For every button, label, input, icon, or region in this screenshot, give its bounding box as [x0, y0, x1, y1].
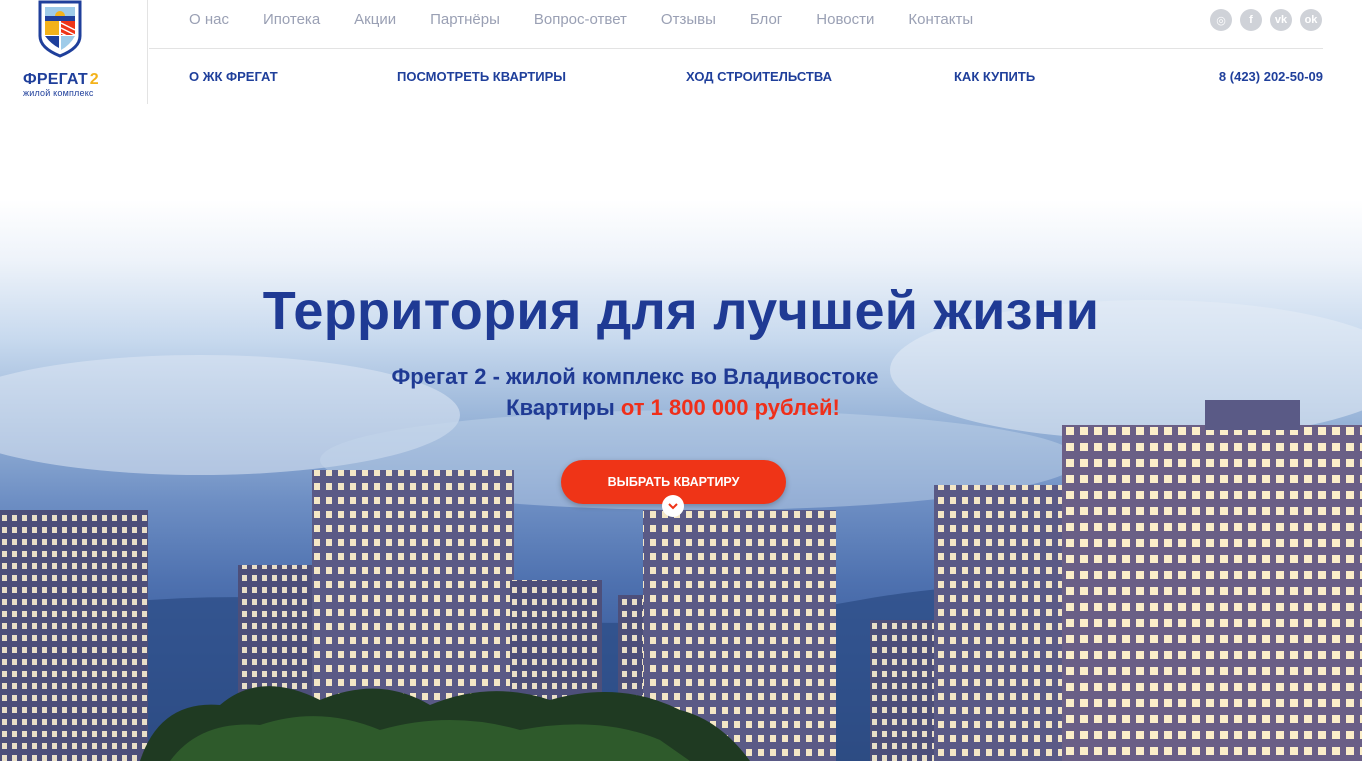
logo-shield-icon	[38, 0, 82, 58]
topnav-partners[interactable]: Партнёры	[430, 11, 500, 28]
logo-title: ФРЕГАТ 2	[23, 71, 99, 88]
hero-price-prefix: Квартиры	[506, 395, 615, 420]
topnav-blog[interactable]: Блог	[750, 11, 782, 28]
hero-subtitle: Фрегат 2 - жилой комплекс во Владивосток…	[391, 364, 879, 389]
odnoklassniki-icon[interactable]: ok	[1300, 9, 1322, 31]
topnav-mortgage[interactable]: Ипотека	[263, 11, 320, 28]
topnav-about[interactable]: О нас	[189, 11, 229, 28]
chevron-down-icon[interactable]	[662, 495, 684, 517]
mainnav-view-apartments[interactable]: ПОСМОТРЕТЬ КВАРТИРЫ	[397, 69, 566, 84]
logo[interactable]: ФРЕГАТ 2 жилой комплекс	[18, 0, 148, 104]
topnav-promotions[interactable]: Акции	[354, 11, 396, 28]
instagram-icon[interactable]: ◎	[1210, 9, 1232, 31]
phone-number[interactable]: 8 (423) 202-50-09	[1219, 69, 1323, 84]
social-links: ◎ f vk ok	[1210, 9, 1322, 31]
main-nav: О ЖК ФРЕГАТ ПОСМОТРЕТЬ КВАРТИРЫ ХОД СТРО…	[189, 69, 1323, 87]
mainnav-how-to-buy[interactable]: КАК КУПИТЬ	[954, 69, 1035, 84]
topnav-reviews[interactable]: Отзывы	[661, 11, 716, 28]
hero-price: Квартиры от 1 800 000 рублей!	[0, 395, 1346, 421]
logo-subtitle: жилой комплекс	[23, 88, 94, 98]
site-header: ФРЕГАТ 2 жилой комплекс О нас Ипотека Акц…	[0, 0, 1362, 104]
chevron-down-icon-glyph	[668, 502, 678, 509]
mainnav-about-complex[interactable]: О ЖК ФРЕГАТ	[189, 69, 278, 84]
top-nav: О нас Ипотека Акции Партнёры Вопрос-отве…	[189, 11, 1007, 28]
header-divider	[149, 48, 1323, 49]
facebook-icon[interactable]: f	[1240, 9, 1262, 31]
topnav-news[interactable]: Новости	[816, 11, 874, 28]
vk-icon[interactable]: vk	[1270, 9, 1292, 31]
mainnav-construction-progress[interactable]: ХОД СТРОИТЕЛЬСТВА	[686, 69, 832, 84]
topnav-faq[interactable]: Вопрос-ответ	[534, 11, 627, 28]
topnav-contacts[interactable]: Контакты	[908, 11, 973, 28]
hero-price-amount: от 1 800 000 рублей!	[620, 395, 840, 420]
hero-title: Территория для лучшей жизни	[262, 281, 1100, 341]
